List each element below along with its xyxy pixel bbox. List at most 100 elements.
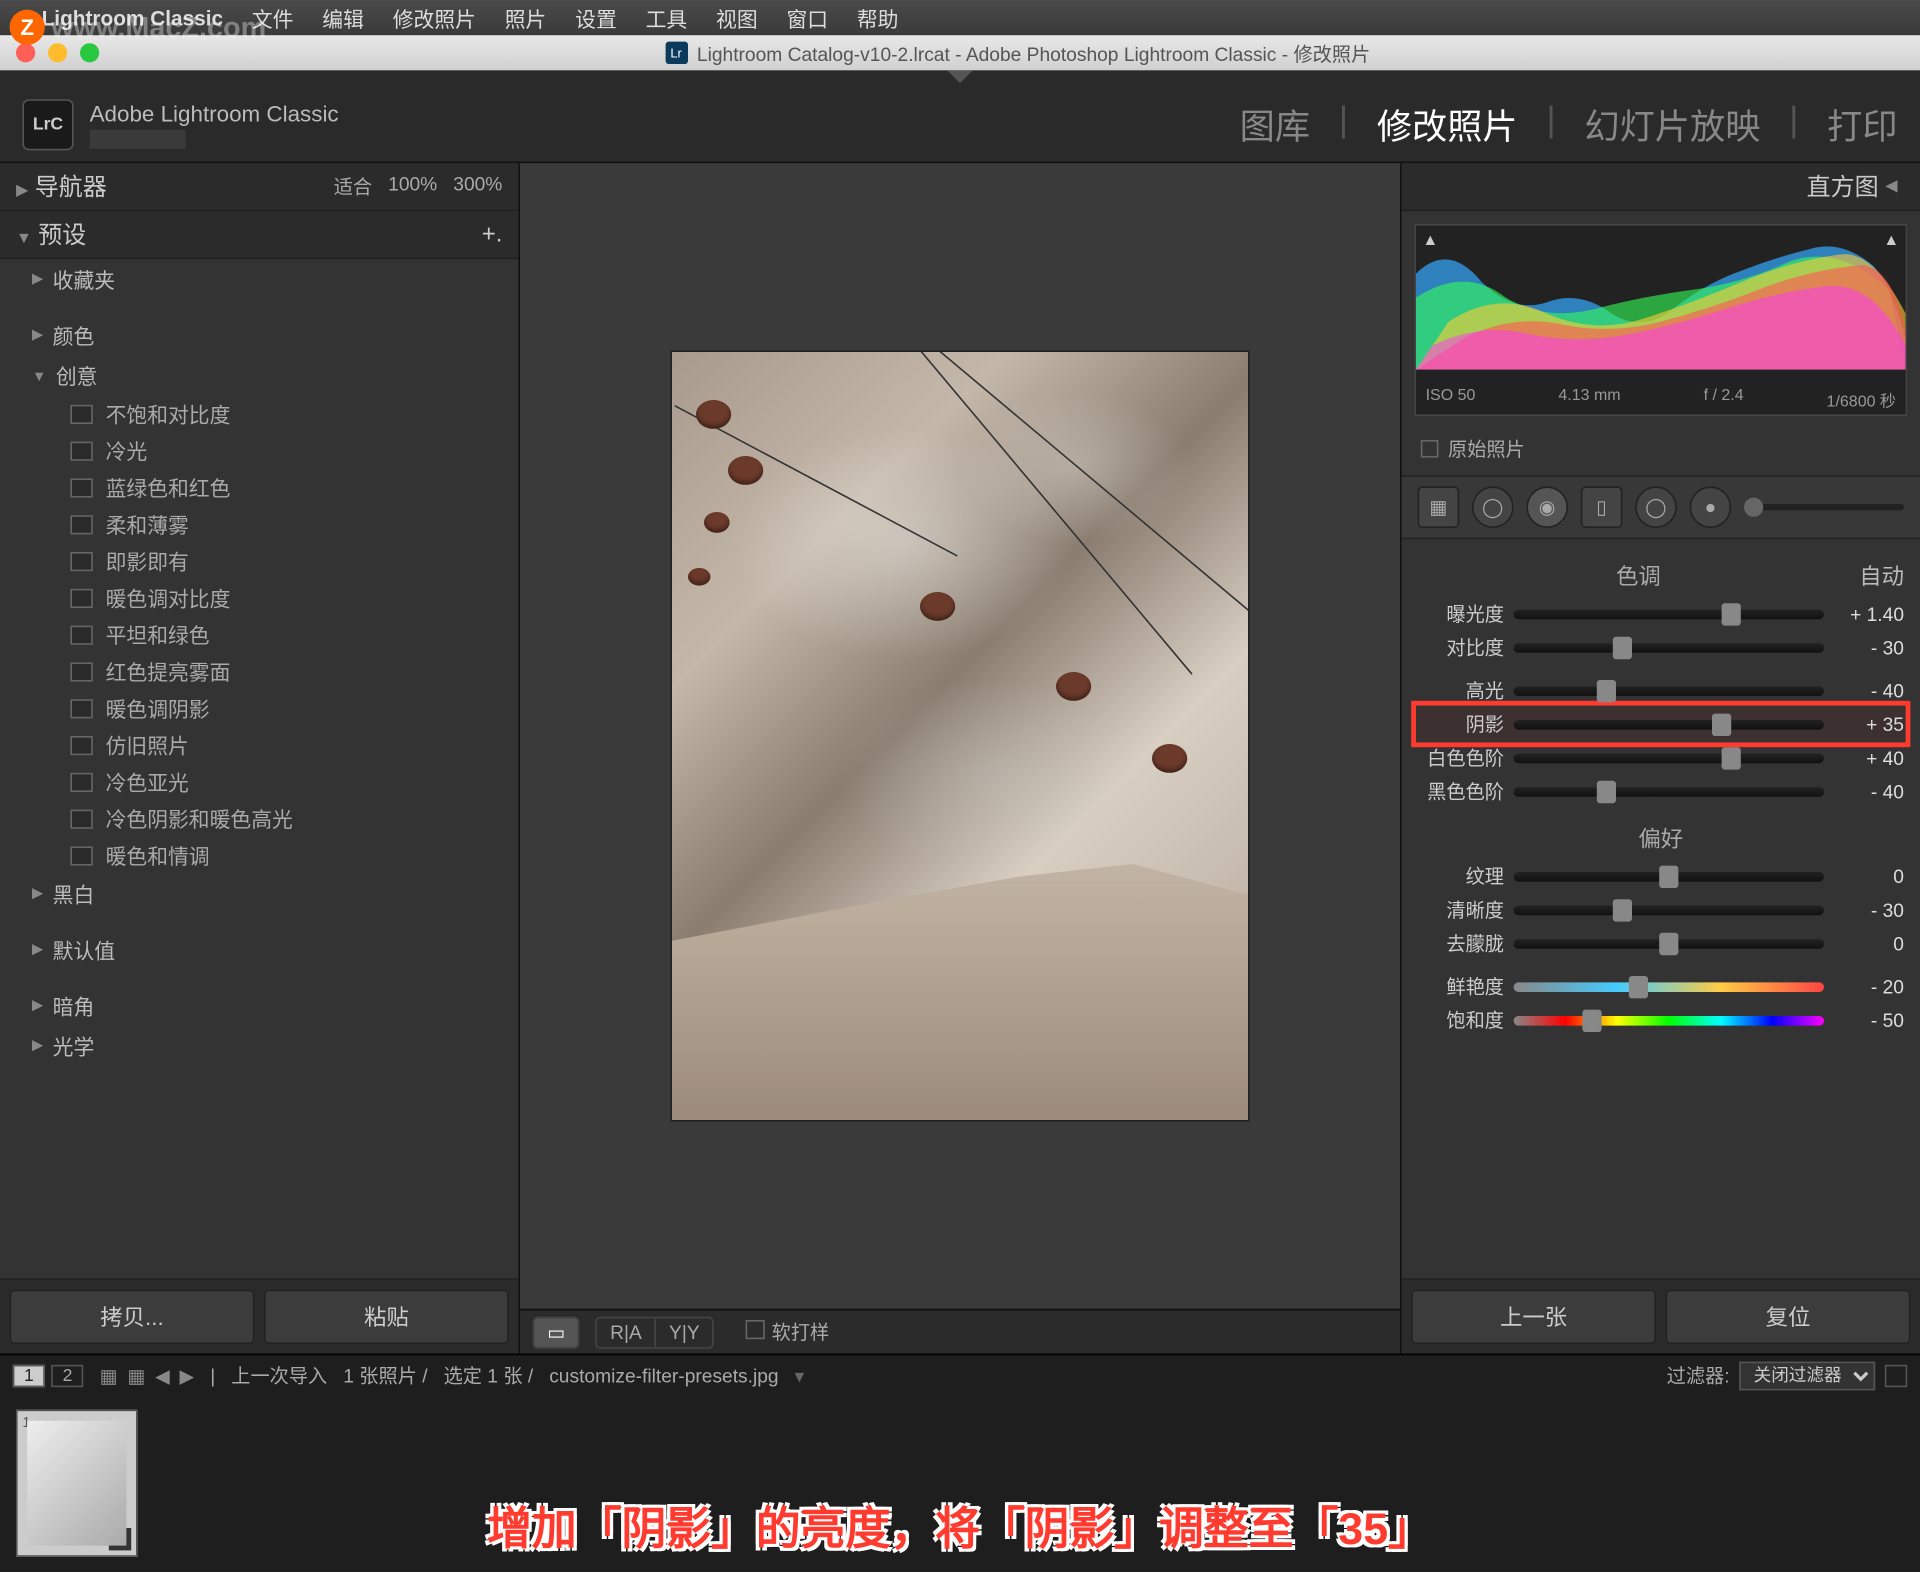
preset-item[interactable]: 红色提亮雾面 (0, 653, 518, 690)
view-mode-yy[interactable]: Y|Y (656, 1318, 712, 1347)
preset-item[interactable]: 蓝绿色和红色 (0, 469, 518, 506)
reset-button[interactable]: 复位 (1666, 1290, 1911, 1344)
window-close-button[interactable] (16, 43, 35, 62)
preset-thumb-icon (70, 772, 92, 791)
preset-thumb-icon (70, 625, 92, 644)
blacks-slider[interactable]: 黑色色阶- 40 (1418, 774, 1904, 808)
module-library[interactable]: 图库 (1240, 98, 1310, 149)
shadow-clip-icon[interactable]: ▲ (1422, 232, 1438, 250)
loupe-view[interactable] (520, 163, 1400, 1309)
menu-tools[interactable]: 工具 (646, 2, 688, 32)
preset-item[interactable]: 不饱和对比度 (0, 395, 518, 432)
texture-slider[interactable]: 纹理0 (1418, 859, 1904, 893)
preset-thumb-icon (70, 662, 92, 681)
preset-item[interactable]: 冷色阴影和暖色高光 (0, 800, 518, 837)
preset-item[interactable]: 冷光 (0, 432, 518, 469)
redeye-tool-icon[interactable]: ◉ (1526, 486, 1568, 528)
monitor-2-button[interactable]: 2 (51, 1364, 83, 1386)
preset-group-defaults[interactable]: 默认值 (0, 930, 518, 970)
menu-view[interactable]: 视图 (716, 2, 758, 32)
auto-button[interactable]: 自动 (1859, 560, 1904, 592)
module-develop[interactable]: 修改照片 (1377, 98, 1518, 149)
previous-button[interactable]: 上一张 (1411, 1290, 1656, 1344)
gradient-tool-icon[interactable]: ▯ (1581, 486, 1623, 528)
preset-item[interactable]: 柔和薄雾 (0, 506, 518, 543)
preset-group-favorites[interactable]: 收藏夹 (0, 259, 518, 299)
saturation-slider[interactable]: 饱和度- 50 (1418, 1003, 1904, 1037)
menu-develop[interactable]: 修改照片 (393, 2, 476, 32)
brand-name: Adobe Lightroom Classic (90, 100, 339, 126)
preset-item[interactable]: 暖色和情调 (0, 837, 518, 874)
menu-edit[interactable]: 编辑 (322, 2, 364, 32)
contrast-slider[interactable]: 对比度- 30 (1418, 630, 1904, 664)
navigator-header[interactable]: ▶导航器 适合 100% 300% (0, 163, 518, 211)
menu-settings[interactable]: 设置 (575, 2, 617, 32)
highlight-clip-icon[interactable]: ▲ (1883, 232, 1899, 250)
view-mode-loupe[interactable]: ▭ (534, 1318, 578, 1347)
add-preset-icon[interactable]: +. (482, 221, 503, 248)
preset-thumb-icon (70, 404, 92, 423)
grid-view-icon[interactable]: ▦ (127, 1364, 145, 1386)
zoom-300[interactable]: 300% (453, 173, 502, 200)
clarity-slider[interactable]: 清晰度- 30 (1418, 893, 1904, 927)
whites-slider[interactable]: 白色色阶+ 40 (1418, 741, 1904, 775)
radial-tool-icon[interactable]: ◯ (1635, 486, 1677, 528)
histogram[interactable]: ▲▲ ISO 50 4.13 mm f / 2.4 1/6800 秒 (1414, 224, 1907, 416)
window-zoom-button[interactable] (80, 43, 99, 62)
presets-header[interactable]: ▼预设 +. (0, 211, 518, 259)
preset-group-optics[interactable]: 光学 (0, 1026, 518, 1066)
preset-item[interactable]: 仿旧照片 (0, 726, 518, 763)
preset-item[interactable]: 平坦和绿色 (0, 616, 518, 653)
preset-item[interactable]: 暖色调对比度 (0, 579, 518, 616)
menu-help[interactable]: 帮助 (857, 2, 899, 32)
grid-view-icon[interactable]: ▦ (100, 1364, 118, 1386)
filter-lock-icon[interactable] (1885, 1364, 1907, 1386)
exposure-slider[interactable]: 曝光度+ 1.40 (1418, 597, 1904, 631)
nav-forward-icon[interactable]: ▶ (179, 1364, 194, 1386)
window-minimize-button[interactable] (48, 43, 67, 62)
menu-window[interactable]: 窗口 (786, 2, 828, 32)
preset-group-color[interactable]: 颜色 (0, 315, 518, 355)
filmstrip[interactable]: 1 ± 增加「阴影」的亮度，将「阴影」调整至「35」 (0, 1395, 1920, 1571)
module-print[interactable]: 打印 (1827, 98, 1897, 149)
preset-group-creative[interactable]: 创意 (0, 355, 518, 395)
tutorial-annotation: 增加「阴影」的亮度，将「阴影」调整至「35」 (487, 1494, 1433, 1558)
local-adjust-toolstrip: ▦ ◯ ◉ ▯ ◯ ● (1402, 475, 1920, 539)
preset-item[interactable]: 暖色调阴影 (0, 690, 518, 727)
brush-size-slider[interactable] (1744, 504, 1904, 510)
preset-group-dark[interactable]: 暗角 (0, 986, 518, 1026)
module-slideshow[interactable]: 幻灯片放映 (1584, 98, 1760, 149)
vibrance-slider[interactable]: 鲜艳度- 20 (1418, 970, 1904, 1004)
filter-select[interactable]: 关闭过滤器 (1739, 1361, 1875, 1390)
exif-focal: 4.13 mm (1558, 387, 1620, 411)
selected-count: 选定 1 张 / (444, 1362, 534, 1389)
monitor-1-button[interactable]: 1 (13, 1364, 45, 1386)
top-panel-collapse-handle[interactable] (0, 70, 1920, 86)
paste-button[interactable]: 粘贴 (264, 1290, 509, 1344)
softproof-checkbox[interactable] (746, 1320, 765, 1339)
navigator-label: 导航器 (35, 174, 107, 201)
shadows-slider[interactable]: 阴影+ 35 (1418, 707, 1904, 741)
filter-label: 过滤器: (1667, 1362, 1730, 1389)
preset-item[interactable]: 即影即有 (0, 542, 518, 579)
copy-button[interactable]: 拷贝... (10, 1290, 255, 1344)
preset-thumb-icon (70, 698, 92, 717)
highlights-slider[interactable]: 高光- 40 (1418, 674, 1904, 708)
zoom-fit[interactable]: 适合 (334, 173, 372, 200)
zoom-100[interactable]: 100% (388, 173, 437, 200)
histogram-header[interactable]: 直方图 ◀ (1402, 163, 1920, 211)
brush-tool-icon[interactable]: ● (1690, 486, 1732, 528)
develop-toolbar: ▭ R|A Y|Y 软打样 (520, 1309, 1400, 1354)
menu-photo[interactable]: 照片 (505, 2, 547, 32)
view-mode-ra[interactable]: R|A (597, 1318, 656, 1347)
spot-tool-icon[interactable]: ◯ (1472, 486, 1514, 528)
crop-tool-icon[interactable]: ▦ (1418, 486, 1460, 528)
dehaze-slider[interactable]: 去朦胧0 (1418, 926, 1904, 960)
breadcrumb[interactable]: 上一次导入 (231, 1362, 327, 1389)
original-checkbox[interactable] (1421, 440, 1439, 458)
filmstrip-header: 1 2 ▦ ▦ ◀ ▶ | 上一次导入 1 张照片 / 选定 1 张 / cus… (0, 1354, 1920, 1396)
filmstrip-thumbnail[interactable]: 1 ± (16, 1410, 138, 1557)
nav-back-icon[interactable]: ◀ (155, 1364, 170, 1386)
preset-group-bw[interactable]: 黑白 (0, 874, 518, 914)
preset-item[interactable]: 冷色亚光 (0, 763, 518, 800)
